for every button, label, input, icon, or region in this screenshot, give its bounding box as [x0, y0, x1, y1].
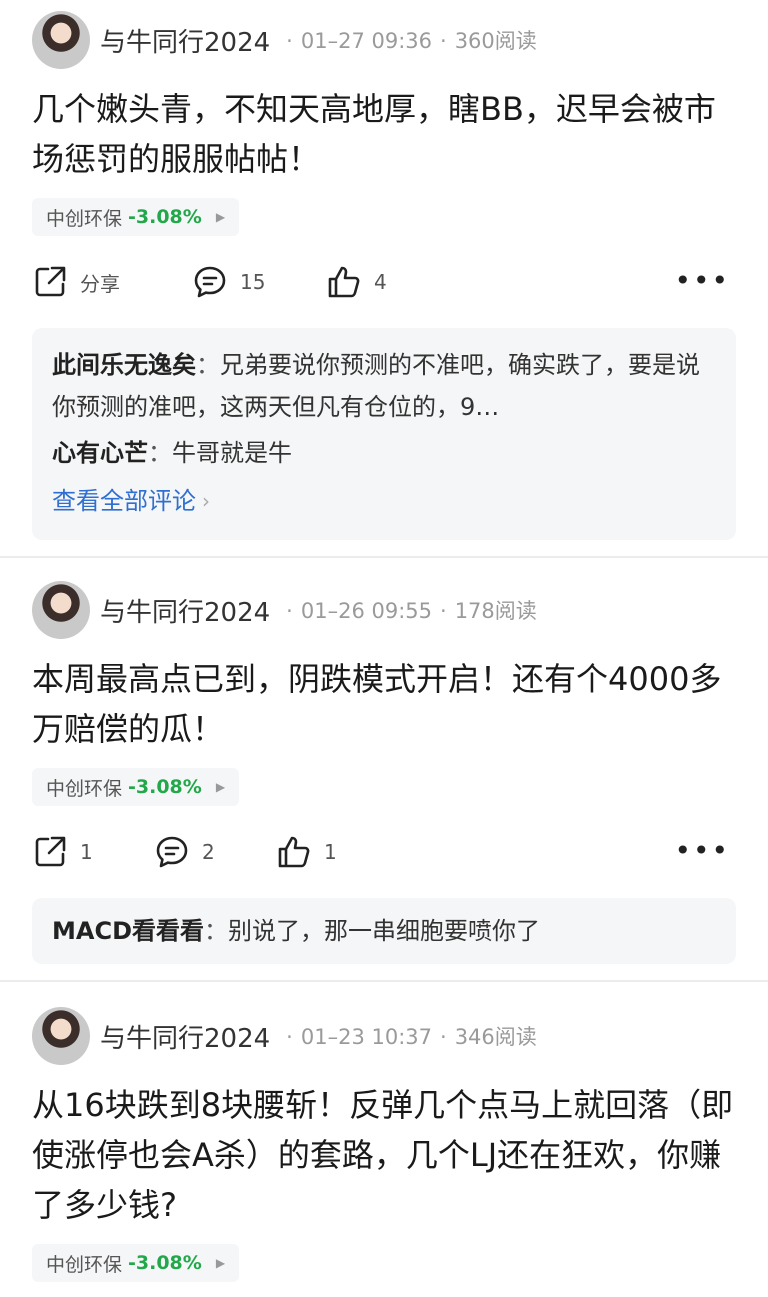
stock-tag[interactable]: 中创环保 -3.08% ▶: [32, 768, 240, 806]
post-header: 与牛同行2024 · 01–23 10:37 · 346阅读: [32, 996, 736, 1076]
author-name[interactable]: 与牛同行2024: [100, 592, 270, 629]
action-bar: 1 2 1 •••: [32, 806, 736, 898]
comment-item: 此间乐无逸矣：兄弟要说你预测的不准吧，确实跌了，要是说你预测的准吧，这两天但凡有…: [52, 351, 700, 421]
post[interactable]: 与牛同行2024 · 01–26 09:55 · 178阅读 本周最高点已到，阴跌模式…: [0, 556, 768, 980]
share-icon: [35, 266, 66, 297]
author-name[interactable]: 与牛同行2024: [100, 22, 270, 59]
comment-item: 心有心芒：牛哥就是牛: [52, 439, 292, 467]
read-count: 346阅读: [454, 1025, 537, 1049]
like-button[interactable]: 1: [276, 834, 337, 870]
share-button[interactable]: 分享: [32, 264, 192, 300]
share-button[interactable]: 1: [32, 834, 154, 870]
avatar[interactable]: [32, 1007, 90, 1065]
post-time: 01–26 09:55: [300, 599, 432, 623]
post[interactable]: 与牛同行2024 · 01–27 09:36 · 360阅读 几个嫩头青，不知天高地厚…: [0, 0, 768, 556]
stock-change: -3.08%: [128, 1252, 202, 1274]
avatar[interactable]: [32, 581, 90, 639]
comment-item: MACD看看看：别说了，那一串细胞要喷你了: [52, 917, 540, 945]
comment-count: 2: [202, 840, 215, 864]
stock-name: 中创环保: [46, 777, 123, 800]
comment-preview[interactable]: MACD看看看：别说了，那一串细胞要喷你了: [32, 898, 736, 964]
share-count: 1: [80, 840, 93, 864]
post-meta: · 01–23 10:37 · 346阅读: [286, 1025, 537, 1049]
like-count: 1: [324, 840, 337, 864]
post-time: 01–27 09:36: [300, 29, 432, 53]
post-header: 与牛同行2024 · 01–26 09:55 · 178阅读: [32, 570, 736, 650]
post-time: 01–23 10:37: [300, 1025, 432, 1049]
share-label: 分享: [80, 271, 120, 296]
thumbs-up-icon: [328, 266, 360, 298]
author-name[interactable]: 与牛同行2024: [100, 1018, 270, 1055]
more-options-icon[interactable]: •••: [674, 264, 730, 297]
stock-change: -3.08%: [128, 206, 202, 228]
read-count: 178阅读: [454, 599, 537, 623]
play-arrow-icon: ▶: [215, 780, 226, 794]
play-arrow-icon: ▶: [215, 1256, 226, 1270]
stock-change: -3.08%: [128, 776, 202, 798]
more-options-icon[interactable]: •••: [674, 834, 730, 867]
avatar[interactable]: [32, 11, 90, 69]
post[interactable]: 与牛同行2024 · 01–23 10:37 · 346阅读 从16块跌到8块腰斩！反…: [0, 980, 768, 1295]
comment-button[interactable]: 15: [192, 264, 326, 300]
stock-name: 中创环保: [46, 1253, 123, 1276]
post-feed: 与牛同行2024 · 01–27 09:36 · 360阅读 几个嫩头青，不知天高地厚…: [0, 0, 768, 1295]
post-content[interactable]: 本周最高点已到，阴跌模式开启！还有个4000多万赔偿的瓜！: [32, 654, 736, 754]
comment-text: 牛哥就是牛: [172, 439, 292, 467]
view-all-label: 查看全部评论: [52, 487, 196, 515]
share-icon: [35, 836, 66, 867]
stock-tag[interactable]: 中创环保 -3.08% ▶: [32, 198, 240, 236]
stock-name: 中创环保: [46, 207, 123, 230]
thumbs-up-icon: [278, 836, 310, 868]
post-header: 与牛同行2024 · 01–27 09:36 · 360阅读: [32, 0, 736, 80]
comment-icon: [156, 836, 188, 868]
post-meta: · 01–27 09:36 · 360阅读: [286, 29, 537, 53]
read-count: 360阅读: [454, 29, 537, 53]
action-bar: 分享 15 4 •••: [32, 236, 736, 328]
comment-user[interactable]: 此间乐无逸矣: [52, 351, 196, 379]
comment-icon: [194, 266, 226, 298]
post-meta: · 01–26 09:55 · 178阅读: [286, 599, 537, 623]
play-arrow-icon: ▶: [215, 210, 226, 224]
comment-button[interactable]: 2: [154, 834, 276, 870]
comment-user[interactable]: 心有心芒: [52, 439, 148, 467]
stock-tag[interactable]: 中创环保 -3.08% ▶: [32, 1244, 240, 1282]
like-count: 4: [374, 270, 387, 294]
comment-preview[interactable]: 此间乐无逸矣：兄弟要说你预测的不准吧，确实跌了，要是说你预测的准吧，这两天但凡有…: [32, 328, 736, 540]
comment-user[interactable]: MACD看看看: [52, 917, 204, 945]
view-all-comments-link[interactable]: 查看全部评论 ›: [52, 480, 716, 522]
comment-count: 15: [240, 270, 266, 294]
comment-text: 别说了，那一串细胞要喷你了: [228, 917, 540, 945]
chevron-right-icon: ›: [202, 489, 210, 513]
like-button[interactable]: 4: [326, 264, 387, 300]
post-content[interactable]: 从16块跌到8块腰斩！反弹几个点马上就回落（即使涨停也会A杀）的套路，几个LJ还…: [32, 1080, 736, 1230]
post-content[interactable]: 几个嫩头青，不知天高地厚，瞎BB，迟早会被市场惩罚的服服帖帖！: [32, 84, 736, 184]
